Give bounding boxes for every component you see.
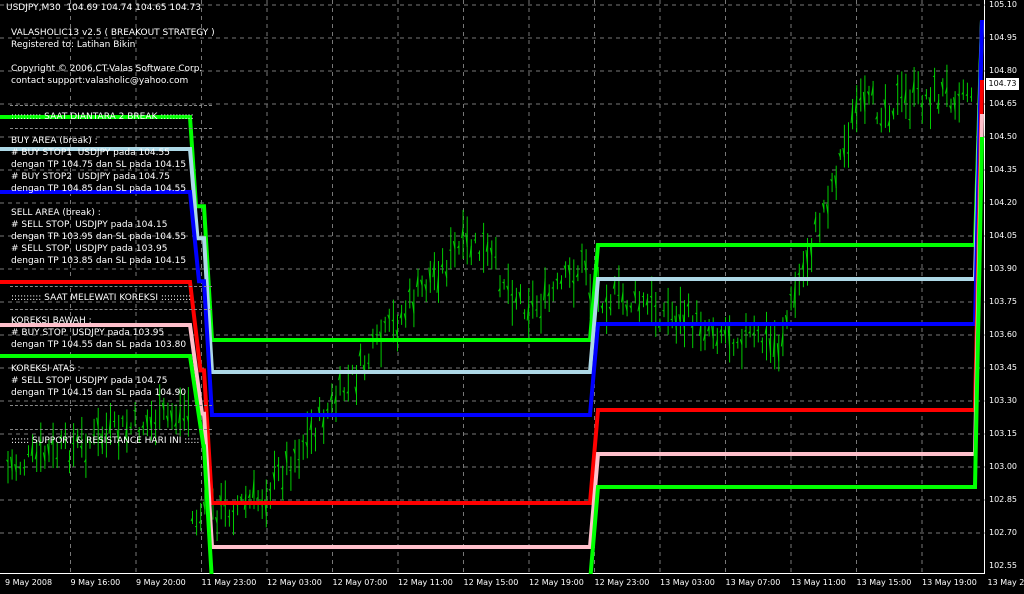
candle-tick [535,309,538,311]
koreksi-atas-label: KOREKSI ATAS : [11,364,81,374]
time-tick-label: 13 May 15:00 [856,578,912,587]
koreksi-bawah-label: KOREKSI BAWAH : [11,316,92,326]
current-price-badge: 104.73 [986,78,1019,90]
separator [10,405,212,406]
time-tick-label: 9 May 2008 [5,578,53,587]
time-tick-label: 13 May 19:00 [922,578,977,587]
section-between: :::::::::: SAAT DIANTARA 2 BREAK :::::::… [11,112,194,122]
price-tick-label: 104.05 [989,231,1017,240]
price-tick-label: 103.15 [989,429,1017,438]
candle-tick [666,301,669,303]
time-tick-label: 12 May 19:00 [529,578,584,587]
candle-tick [22,466,25,469]
koreksi-bawah-tp: dengan TP 104.55 dan SL pada 103.80 [11,340,187,350]
time-tick-label: 9 May 20:00 [136,578,186,587]
separator [10,105,212,106]
time-tick-label: 11 May 23:00 [201,578,257,587]
price-tick-label: 104.95 [989,33,1017,42]
time-tick-label: 9 May 16:00 [70,578,121,587]
time-tick-label: 13 May 07:00 [725,578,781,587]
price-tick-label: 104.20 [989,198,1017,207]
separator [10,429,212,430]
section-sr: :::::: SUPPORT & RESISTANCE HARI INI :::… [11,436,200,446]
buy-area-label: BUY AREA (break) : [11,136,98,146]
time-tick-label: 12 May 07:00 [332,578,388,587]
price-tick-label: 103.00 [989,462,1017,471]
time-tick-label: 12 May 15:00 [463,578,519,587]
sell-stop1-tp: dengan TP 103.95 dan SL pada 104.55 [11,232,187,242]
section-past: :::::::::: SAAT MELEWATI KOREKSI :::::::… [11,293,192,303]
koreksi-atas-order: # SELL STOP USDJPY pada 104.75 [11,376,168,386]
buy-stop1: # BUY STOP1 USDJPY pada 104.55 [11,148,170,158]
price-tick-label: 103.60 [989,330,1017,339]
price-tick-label: 105.10 [989,0,1017,9]
buy-stop2-tp: dengan TP 104.85 dan SL pada 104.55 [11,184,187,194]
time-tick-label: 12 May 03:00 [267,578,322,587]
price-tick-label: 103.90 [989,264,1017,273]
price-tick-label: 104.65 [989,99,1017,108]
buy-stop1-tp: dengan TP 104.75 dan SL pada 104.15 [11,160,187,170]
candle-tick [473,239,476,241]
separator [10,128,212,129]
copyright-text: Copyright © 2006,CT-Valas Software Corp. [11,64,203,74]
symbol-header: USDJPY,M30 104.69 104.74 104.65 104.73 [6,3,201,13]
buy-stop2: # BUY STOP2 USDJPY pada 104.75 [11,172,170,182]
time-tick-label: 12 May 23:00 [594,578,650,587]
candle-tick [662,309,665,312]
price-tick-label: 103.30 [989,396,1017,405]
price-tick-label: 102.85 [989,495,1017,504]
candle-tick [67,460,70,463]
separator [10,286,212,287]
sell-area-label: SELL AREA (break) : [11,208,101,218]
sell-stop2-tp: dengan TP 103.85 dan SL pada 104.15 [11,256,187,266]
time-tick-label: 12 May 11:00 [398,578,453,587]
koreksi-atas-tp: dengan TP 104.15 dan SL pada 104.90 [11,388,187,398]
time-tick-label: 13 May 03:00 [660,578,715,587]
sell-stop2: # SELL STOP USDJPY pada 103.95 [11,244,168,254]
contact-text: contact support:valasholic@yahoo.com [11,76,189,86]
price-tick-label: 104.35 [989,165,1017,174]
time-tick-label: 13 May 11:00 [791,578,846,587]
sell-stop1: # SELL STOP USDJPY pada 104.15 [11,220,168,230]
price-tick-label: 102.55 [989,561,1017,570]
registered-text: Registered to: Latihan Bikin [11,40,136,50]
price-tick-label: 103.45 [989,363,1017,372]
koreksi-bawah-order: # BUY STOP USDJPY pada 103.95 [11,328,165,338]
time-tick-label: 13 May 23:00 [987,578,1024,587]
candle-tick [641,295,644,298]
price-tick-label: 104.80 [989,66,1017,75]
price-tick-label: 102.70 [989,528,1017,537]
indicator-title: VALASHOLIC13 v2.5 ( BREAKOUT STRATEGY ) [11,28,215,38]
candle-tick [227,516,230,518]
price-tick-label: 104.50 [989,132,1017,141]
price-tick-label: 103.75 [989,297,1017,306]
candle-tick [670,318,673,321]
mt4-chart-window: USDJPY,M30 104.69 104.74 104.65 104.73 V… [0,0,1024,594]
separator [10,309,212,310]
